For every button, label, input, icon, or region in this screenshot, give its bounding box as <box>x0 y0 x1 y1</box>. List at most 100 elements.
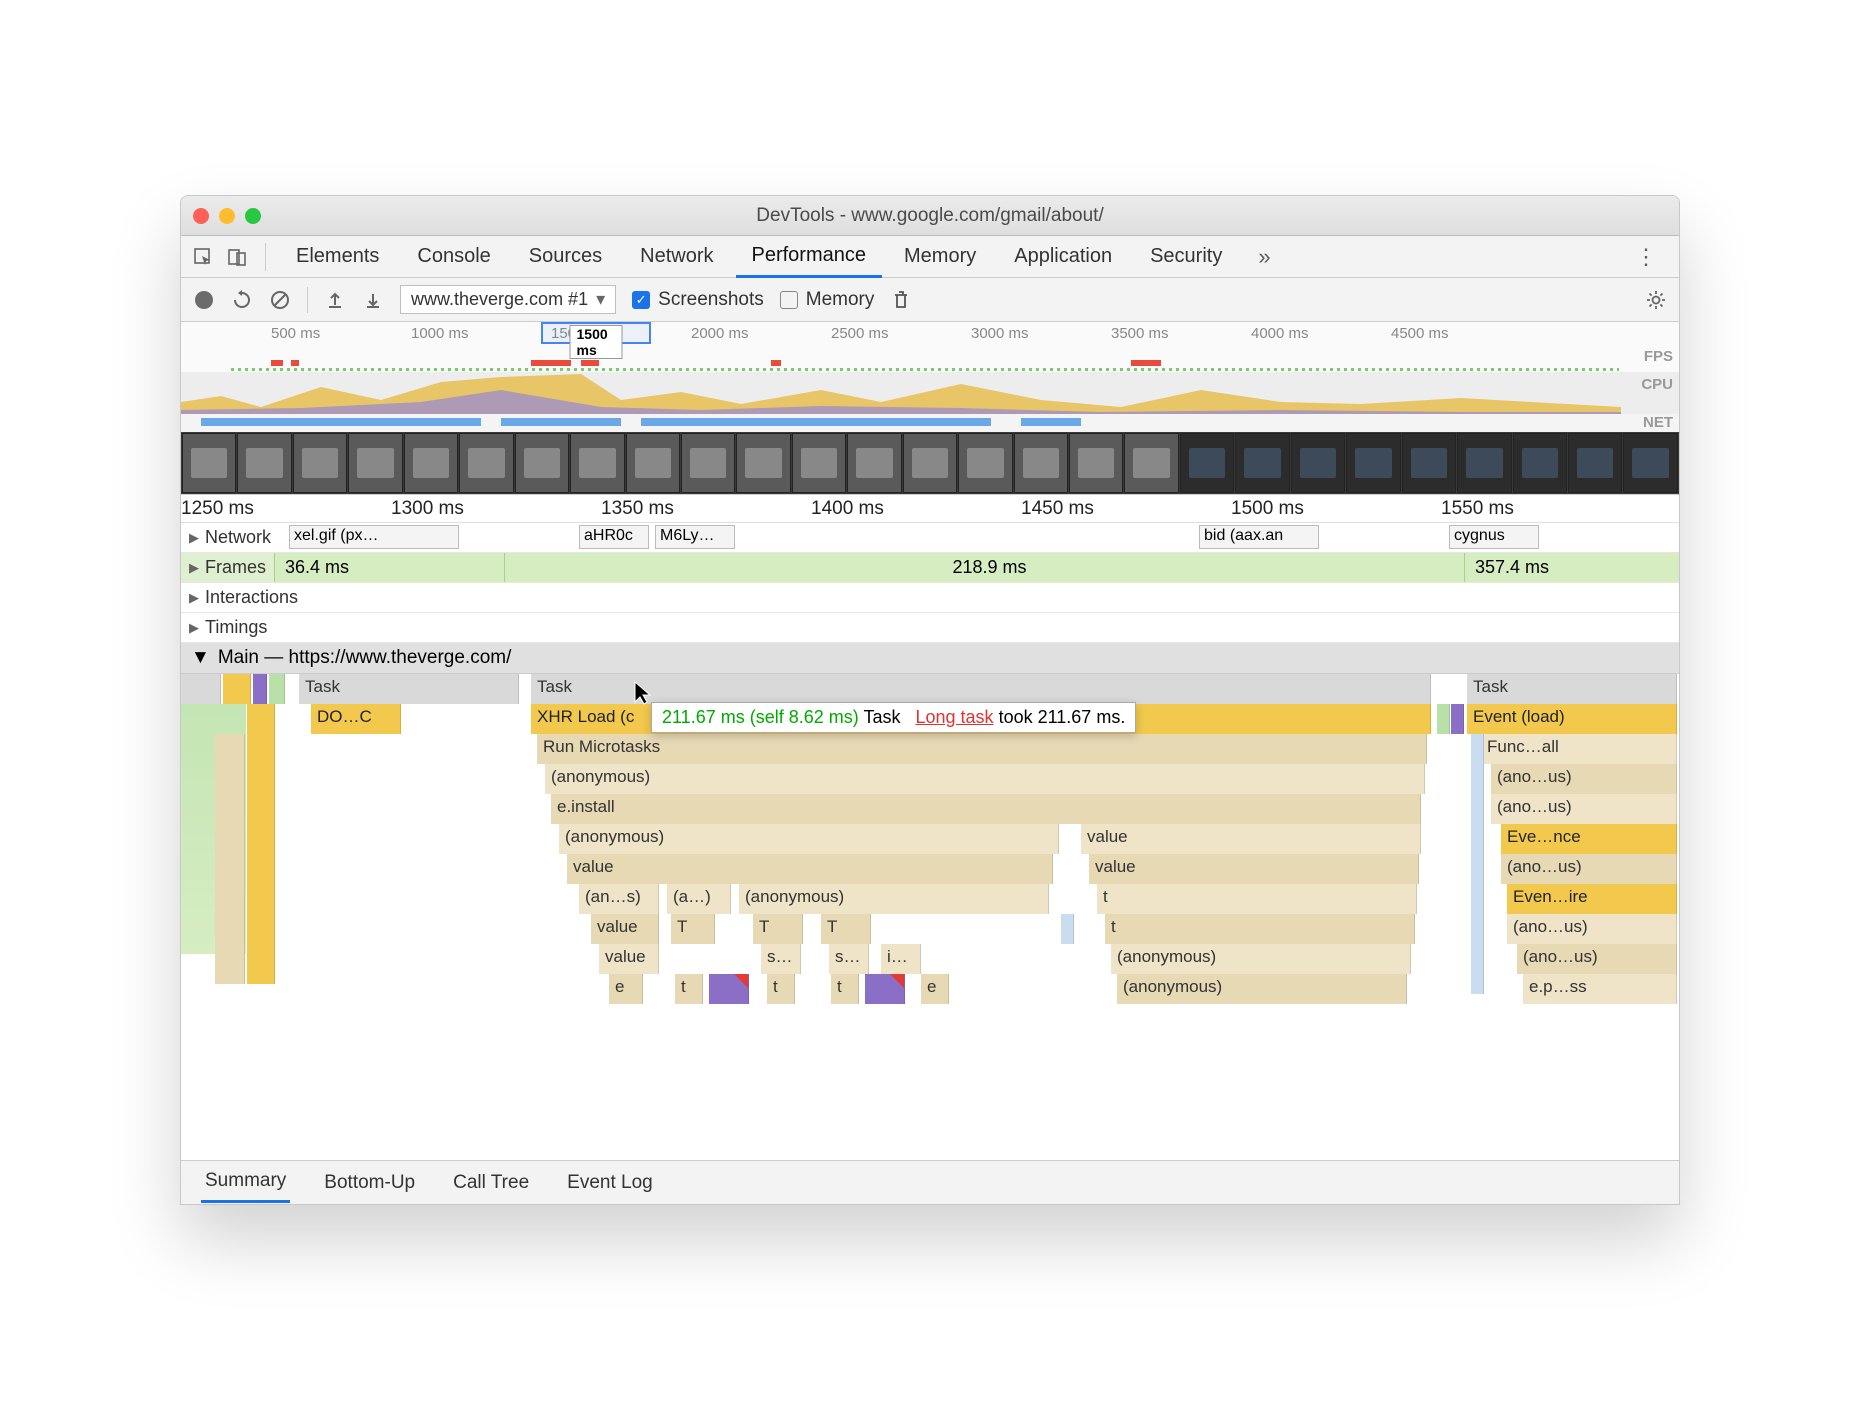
flame-chart[interactable]: Task DO…C Task XHR Load (c Run Microtask… <box>181 674 1679 1044</box>
flame-entry[interactable] <box>223 674 251 704</box>
tab-sources[interactable]: Sources <box>513 236 618 278</box>
flame-entry[interactable]: value <box>591 914 659 944</box>
tab-event-log[interactable]: Event Log <box>563 1164 657 1202</box>
flame-entry[interactable]: DO…C <box>311 704 401 734</box>
panel-tabs: Elements Console Sources Network Perform… <box>181 236 1679 278</box>
flame-entry[interactable]: t <box>1105 914 1415 944</box>
lane-frames[interactable]: ▶Frames 36.4 ms 218.9 ms 357.4 ms <box>181 553 1679 583</box>
clear-icon[interactable] <box>269 289 291 311</box>
flame-entry[interactable] <box>1451 704 1464 734</box>
device-mode-icon[interactable] <box>223 243 251 271</box>
flame-entry[interactable]: s… <box>761 944 801 974</box>
tab-network[interactable]: Network <box>624 236 729 278</box>
flame-entry[interactable]: Task <box>1467 674 1677 704</box>
tab-security[interactable]: Security <box>1134 236 1238 278</box>
flame-entry[interactable] <box>247 704 275 984</box>
flame-entry[interactable]: s… <box>829 944 869 974</box>
inspect-icon[interactable] <box>189 243 217 271</box>
flame-entry[interactable]: value <box>599 944 659 974</box>
flame-entry[interactable]: Task <box>299 674 519 704</box>
overview-pane[interactable]: 500 ms 1000 ms 1500 ms 2000 ms 2500 ms 3… <box>181 322 1679 495</box>
flame-entry[interactable]: (ano…us) <box>1491 794 1677 824</box>
lane-interactions[interactable]: ▶Interactions <box>181 583 1679 613</box>
lane-timings[interactable]: ▶Timings <box>181 613 1679 643</box>
overview-ticks: 500 ms 1000 ms 1500 ms 2000 ms 2500 ms 3… <box>181 322 1679 344</box>
overview-viewport[interactable]: 1500 ms <box>541 322 651 344</box>
frame-block[interactable]: 218.9 ms <box>504 553 1464 582</box>
flame-entry[interactable]: (anonymous) <box>1117 974 1407 1004</box>
flame-entry[interactable]: e <box>609 974 643 1004</box>
flame-entry[interactable]: (a…) <box>667 884 731 914</box>
net-item[interactable]: aHR0c <box>579 525 649 549</box>
profile-selector[interactable]: www.theverge.com #1 ▾ <box>400 285 616 314</box>
flame-entry[interactable] <box>181 674 221 704</box>
lane-network[interactable]: ▶Network xel.gif (px… aHR0c M6Ly… bid (a… <box>181 523 1679 553</box>
flame-entry[interactable]: e <box>921 974 949 1004</box>
flame-entry[interactable]: t <box>675 974 703 1004</box>
flame-entry[interactable] <box>215 734 245 984</box>
flame-entry[interactable]: T <box>753 914 803 944</box>
screenshots-strip[interactable] <box>181 432 1679 494</box>
tab-console[interactable]: Console <box>401 236 506 278</box>
flame-entry[interactable]: (anonymous) <box>545 764 1425 794</box>
lane-main-header[interactable]: ▼Main — https://www.theverge.com/ <box>181 643 1679 674</box>
tab-call-tree[interactable]: Call Tree <box>449 1164 533 1202</box>
load-profile-icon[interactable] <box>324 289 346 311</box>
flame-entry[interactable]: Run Microtasks <box>537 734 1427 764</box>
tab-bottom-up[interactable]: Bottom-Up <box>320 1164 419 1202</box>
flame-entry[interactable] <box>253 674 267 704</box>
frame-block[interactable]: 36.4 ms <box>274 553 504 582</box>
kebab-menu-icon[interactable]: ⋮ <box>1621 244 1671 270</box>
net-item[interactable]: cygnus <box>1449 525 1539 549</box>
flame-entry[interactable]: Event (load) <box>1467 704 1677 734</box>
trash-icon[interactable] <box>890 289 912 311</box>
reload-record-icon[interactable] <box>231 289 253 311</box>
flame-entry[interactable] <box>269 674 285 704</box>
save-profile-icon[interactable] <box>362 289 384 311</box>
tab-application[interactable]: Application <box>998 236 1128 278</box>
checkbox-off-icon <box>780 291 798 309</box>
flame-entry[interactable]: t <box>1097 884 1417 914</box>
flame-entry[interactable]: value <box>1081 824 1421 854</box>
flame-entry[interactable] <box>865 974 905 1004</box>
flame-entry[interactable]: (anonymous) <box>739 884 1049 914</box>
flame-entry[interactable]: (ano…us) <box>1501 854 1677 884</box>
flame-entry[interactable]: (anonymous) <box>559 824 1059 854</box>
record-button[interactable] <box>193 289 215 311</box>
tab-elements[interactable]: Elements <box>280 236 395 278</box>
flame-entry[interactable]: value <box>1089 854 1419 884</box>
flame-entry[interactable]: Eve…nce <box>1501 824 1677 854</box>
flame-entry[interactable]: t <box>831 974 859 1004</box>
tab-performance[interactable]: Performance <box>736 236 883 278</box>
flame-task[interactable]: Task <box>531 674 1431 704</box>
flame-entry[interactable]: Func…all <box>1481 734 1677 764</box>
flame-entry[interactable]: (an…s) <box>579 884 659 914</box>
flame-entry[interactable]: (ano…us) <box>1507 914 1677 944</box>
flame-entry[interactable]: t <box>767 974 795 1004</box>
flame-entry[interactable]: i… <box>881 944 921 974</box>
flame-entry[interactable]: e.p…ss <box>1523 974 1677 1004</box>
flame-entry[interactable] <box>1061 914 1074 944</box>
flame-entry[interactable]: Even…ire <box>1507 884 1677 914</box>
flame-entry[interactable]: T <box>821 914 871 944</box>
flame-entry[interactable]: e.install <box>551 794 1421 824</box>
flame-entry[interactable]: value <box>567 854 1053 884</box>
net-item[interactable]: M6Ly… <box>655 525 735 549</box>
flame-entry[interactable]: (ano…us) <box>1517 944 1677 974</box>
memory-checkbox[interactable]: Memory <box>780 289 875 311</box>
net-item[interactable]: xel.gif (px… <box>289 525 459 549</box>
frame-block[interactable]: 357.4 ms <box>1464 553 1679 582</box>
flame-entry[interactable]: (ano…us) <box>1491 764 1677 794</box>
net-item[interactable]: bid (aax.an <box>1199 525 1319 549</box>
flame-entry[interactable]: (anonymous) <box>1111 944 1411 974</box>
screenshots-checkbox[interactable]: ✓ Screenshots <box>632 289 764 311</box>
tab-summary[interactable]: Summary <box>201 1162 290 1203</box>
flame-entry[interactable]: T <box>671 914 715 944</box>
settings-gear-icon[interactable] <box>1645 289 1667 311</box>
flame-entry[interactable] <box>709 974 749 1004</box>
tab-memory[interactable]: Memory <box>888 236 992 278</box>
flame-entry[interactable] <box>1437 704 1450 734</box>
hover-tooltip: 211.67 ms (self 8.62 ms) Task Long task … <box>651 702 1136 733</box>
tabs-overflow-icon[interactable]: » <box>1244 244 1284 270</box>
flame-entry[interactable] <box>1471 734 1484 994</box>
